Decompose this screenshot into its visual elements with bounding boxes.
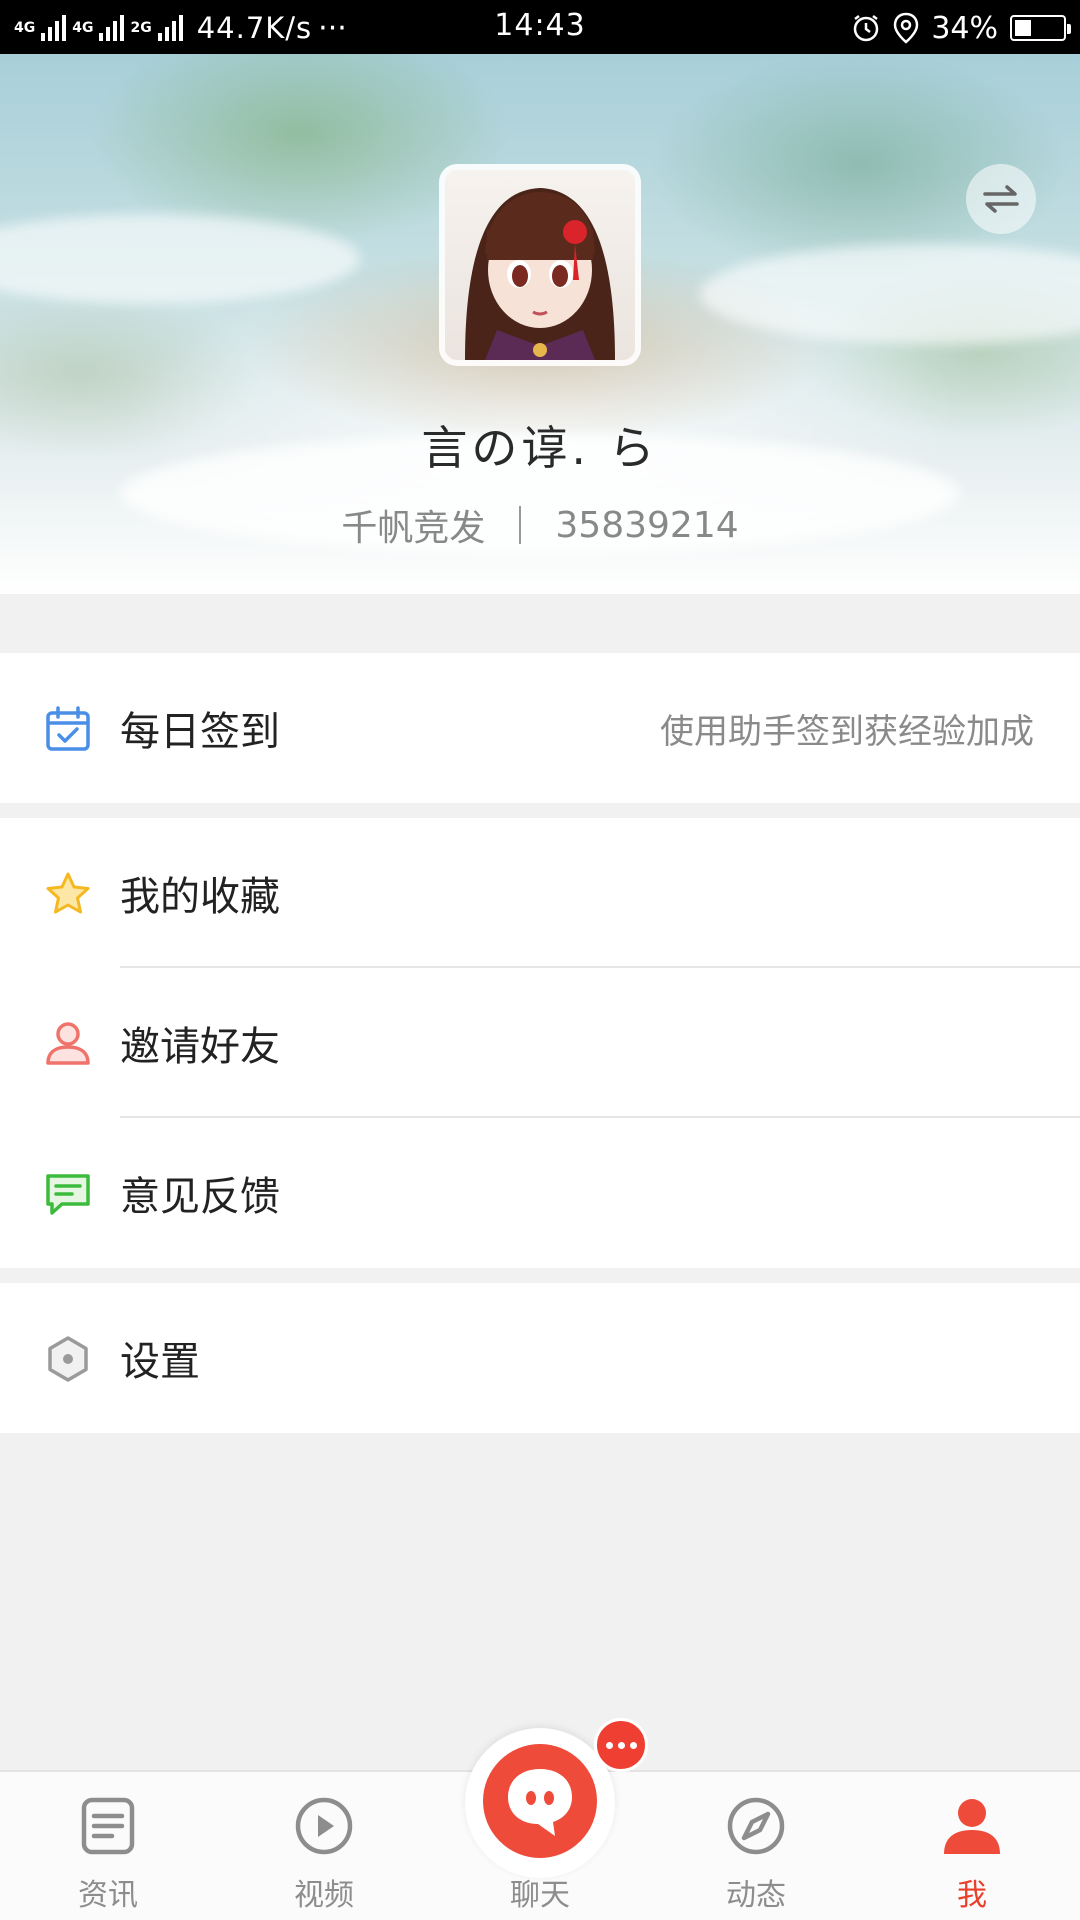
tab-me[interactable]: 我 xyxy=(864,1772,1080,1920)
feedback-item[interactable]: 意见反馈 xyxy=(0,1118,1080,1268)
avatar[interactable] xyxy=(439,164,641,366)
tab-label: 我 xyxy=(957,1878,987,1913)
calendar-check-icon xyxy=(46,706,90,751)
swap-arrows-icon xyxy=(983,185,1019,213)
signal-icon xyxy=(41,15,67,41)
dot xyxy=(605,1741,613,1749)
more-notifications: ··· xyxy=(318,10,347,46)
settings-label: 设置 xyxy=(120,1339,200,1385)
menu-group-signin: 每日签到 使用助手签到获经验加成 xyxy=(0,653,1080,803)
play-icon xyxy=(295,1797,353,1855)
location-icon xyxy=(894,12,919,44)
menu-group-main: 我的收藏 邀请好友 意见反馈 xyxy=(0,818,1080,1268)
tab-moments[interactable]: 动态 xyxy=(648,1772,864,1920)
switch-account-button[interactable] xyxy=(966,164,1036,234)
tab-label: 视频 xyxy=(294,1878,354,1913)
invite-friends-item[interactable]: 邀请好友 xyxy=(0,968,1080,1118)
daily-signin-hint: 使用助手签到获经验加成 xyxy=(660,711,1034,752)
profile-header: 言の谆. ら 千帆竞发 35839214 xyxy=(0,54,1080,594)
compass-icon xyxy=(727,1797,785,1855)
profile-meta: 千帆竞发 35839214 xyxy=(0,499,1080,551)
signal-icon xyxy=(157,15,183,41)
character-portrait xyxy=(465,188,615,360)
tab-video[interactable]: 视频 xyxy=(216,1772,432,1920)
favorites-item[interactable]: 我的收藏 xyxy=(0,818,1080,968)
network-type-label: 4G xyxy=(14,20,36,36)
daily-signin-item[interactable]: 每日签到 使用助手签到获经验加成 xyxy=(0,653,1080,803)
chat-icon xyxy=(508,1769,572,1836)
dot xyxy=(629,1741,637,1749)
username: 言の谆. ら xyxy=(421,421,659,475)
user-icon xyxy=(46,1022,90,1065)
star-icon xyxy=(46,872,90,914)
tab-news[interactable]: 资讯 xyxy=(0,1772,216,1920)
battery-level xyxy=(1015,20,1031,36)
background-cloud xyxy=(0,214,360,304)
battery-percent: 34% xyxy=(931,10,998,46)
tab-label: 动态 xyxy=(726,1878,786,1913)
status-bar: 4G 4G 2G 44.7K/s ··· 14:43 34% xyxy=(0,0,1080,54)
menu-group-settings: 设置 xyxy=(0,1283,1080,1433)
chat-button[interactable] xyxy=(465,1728,615,1878)
message-icon xyxy=(46,1174,90,1215)
battery-icon xyxy=(1010,15,1071,41)
chat-button-circle xyxy=(483,1744,597,1858)
status-right: 34% xyxy=(851,8,1071,48)
favorites-label: 我的收藏 xyxy=(120,874,280,920)
network-type-label: 2G xyxy=(130,20,152,36)
signal-icon xyxy=(99,15,125,41)
daily-signin-label: 每日签到 xyxy=(120,709,280,755)
network-type-label: 4G xyxy=(72,20,94,36)
status-left: 4G 4G 2G 44.7K/s ··· xyxy=(14,8,347,48)
chat-more-badge[interactable] xyxy=(594,1718,648,1772)
invite-friends-label: 邀请好友 xyxy=(120,1024,280,1070)
user-id: 35839214 xyxy=(555,504,739,546)
settings-item[interactable]: 设置 xyxy=(0,1283,1080,1433)
feedback-label: 意见反馈 xyxy=(120,1174,280,1220)
hexagon-gear-icon xyxy=(48,1336,88,1382)
network-speed: 44.7K/s xyxy=(196,11,313,45)
alarm-icon xyxy=(854,15,879,42)
news-icon xyxy=(81,1797,135,1855)
server-name: 千帆竞发 xyxy=(341,508,486,549)
tab-label: 资讯 xyxy=(78,1878,138,1913)
background-cloud xyxy=(700,244,1080,344)
dot xyxy=(617,1741,625,1749)
user-icon xyxy=(944,1799,1000,1854)
meta-divider xyxy=(519,506,522,544)
avatar-image xyxy=(445,170,635,360)
